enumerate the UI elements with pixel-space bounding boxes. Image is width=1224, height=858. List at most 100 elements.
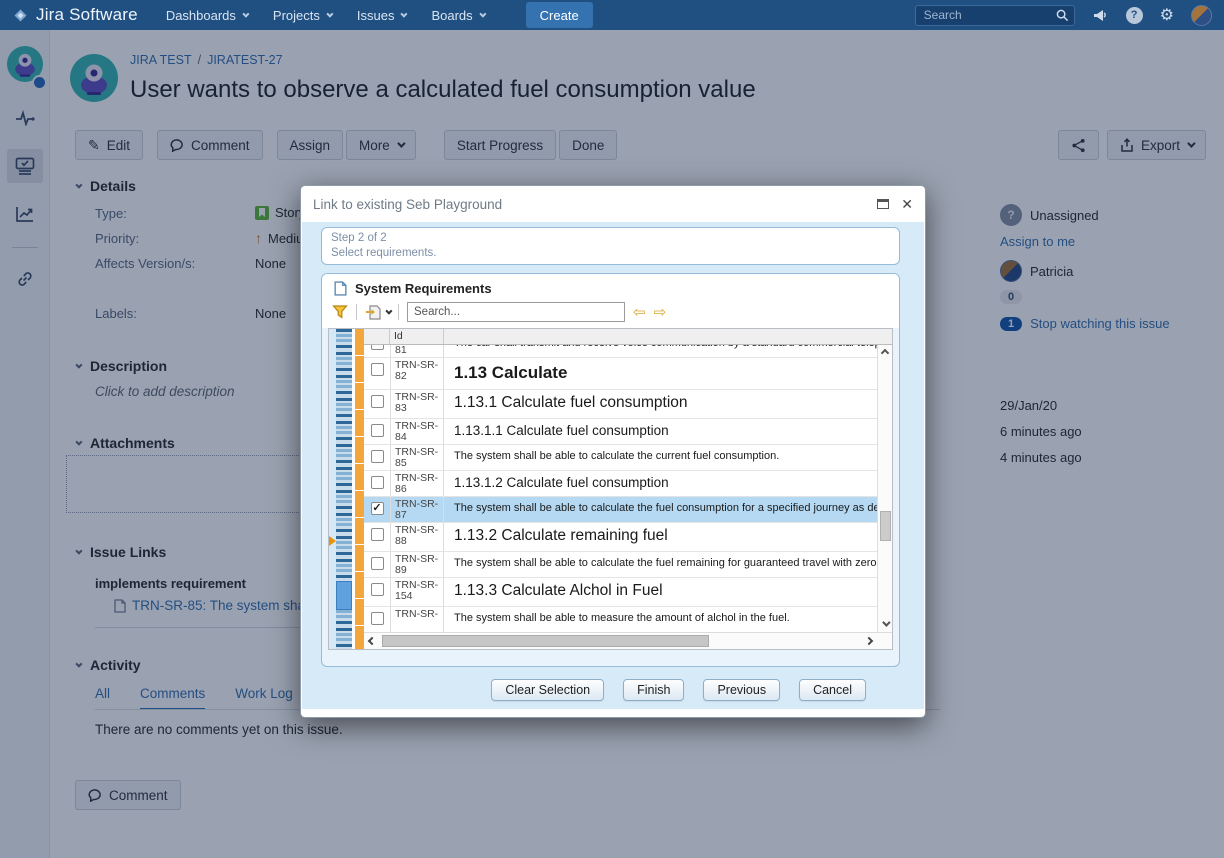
row-id: TRN-SR-87 xyxy=(390,497,444,522)
row-text: 1.13.1 Calculate fuel consumption xyxy=(444,390,877,418)
search-input[interactable] xyxy=(915,5,1075,26)
scroll-left-icon[interactable] xyxy=(368,637,376,645)
back-arrow-icon[interactable]: ⇦ xyxy=(633,305,646,320)
row-text: The system shall be able to calculate th… xyxy=(444,445,877,470)
requirements-search-input[interactable] xyxy=(407,302,625,322)
row-text: The system shall be able to measure the … xyxy=(444,607,877,632)
filter-icon[interactable] xyxy=(332,305,348,319)
row-id: TRN-SR-81 xyxy=(390,345,444,357)
announcement-icon[interactable] xyxy=(1092,8,1109,23)
table-row[interactable]: TRN-SR-831.13.1 Calculate fuel consumpti… xyxy=(364,390,877,419)
row-checkbox[interactable] xyxy=(371,345,384,350)
clear-selection-button[interactable]: Clear Selection xyxy=(491,679,604,701)
row-id: TRN-SR- xyxy=(390,607,444,632)
scroll-down-icon[interactable] xyxy=(882,618,890,626)
row-checkbox[interactable] xyxy=(371,476,384,489)
table-row[interactable]: TRN-SR-821.13 Calculate xyxy=(364,358,877,390)
close-icon[interactable]: ✕ xyxy=(901,197,913,211)
row-marker-icon xyxy=(329,536,336,546)
nav-dashboards[interactable]: Dashboards xyxy=(166,8,247,23)
panel-toolbar: ⇦ ⇨ xyxy=(322,298,899,328)
row-text: 1.13 Calculate xyxy=(444,358,877,389)
table-row[interactable]: TRN-SR-81The car shall transmit and rece… xyxy=(364,345,877,358)
horizontal-scrollbar[interactable] xyxy=(364,632,892,649)
dialog-title: Link to existing Seb Playground xyxy=(313,197,502,212)
row-checkbox[interactable] xyxy=(371,395,384,408)
table-left-gutter xyxy=(329,329,336,649)
row-text: 1.13.1.2 Calculate fuel consumption xyxy=(444,471,877,496)
table-row[interactable]: TRN-SR-85The system shall be able to cal… xyxy=(364,445,877,471)
scroll-right-icon[interactable] xyxy=(865,637,873,645)
table-row[interactable]: TRN-SR-1541.13.3 Calculate Alchol in Fue… xyxy=(364,578,877,607)
minimap-selection-marker xyxy=(336,581,352,610)
row-text: The system shall be able to calculate th… xyxy=(444,497,877,522)
requirements-panel: System Requirements ⇦ ⇨ xyxy=(321,273,900,667)
table-row[interactable]: TRN-SR-The system shall be able to measu… xyxy=(364,607,877,632)
row-id: TRN-SR-83 xyxy=(390,390,444,418)
import-document-icon xyxy=(365,305,381,320)
vertical-scroll-thumb[interactable] xyxy=(880,511,891,541)
step-title: Step 2 of 2 xyxy=(331,231,890,246)
chevron-down-icon xyxy=(242,10,249,17)
row-checkbox[interactable] xyxy=(371,424,384,437)
horizontal-scroll-thumb[interactable] xyxy=(382,635,709,647)
user-avatar[interactable] xyxy=(1191,5,1212,26)
scroll-up-icon[interactable] xyxy=(881,349,889,357)
document-icon xyxy=(334,281,347,296)
requirements-rows: TRN-SR-81The car shall transmit and rece… xyxy=(364,345,892,632)
table-row[interactable]: TRN-SR-881.13.2 Calculate remaining fuel xyxy=(364,523,877,552)
dialog-footer: Clear Selection Finish Previous Cancel xyxy=(321,667,900,701)
dialog-body: Step 2 of 2 Select requirements. System … xyxy=(302,222,924,709)
jira-logo-icon xyxy=(12,7,29,24)
row-text: The system shall be able to calculate th… xyxy=(444,552,877,577)
brand[interactable]: Jira Software xyxy=(12,5,138,25)
row-id: TRN-SR-82 xyxy=(390,358,444,389)
row-checkbox[interactable] xyxy=(371,557,384,570)
requirements-table: Id TRN-SR-81The car shall transmit and r… xyxy=(328,328,893,650)
row-id: TRN-SR-86 xyxy=(390,471,444,496)
brand-label: Jira Software xyxy=(36,5,138,25)
chevron-down-icon xyxy=(326,10,333,17)
finish-button[interactable]: Finish xyxy=(623,679,684,701)
chevron-down-icon xyxy=(401,10,408,17)
nav-issues[interactable]: Issues xyxy=(357,8,406,23)
table-row[interactable]: TRN-SR-89The system shall be able to cal… xyxy=(364,552,877,578)
nav-boards[interactable]: Boards xyxy=(431,8,483,23)
row-text: The car shall transmit and receive voice… xyxy=(444,345,877,357)
import-menu-button[interactable] xyxy=(365,305,390,320)
row-id: TRN-SR-154 xyxy=(390,578,444,606)
previous-button[interactable]: Previous xyxy=(703,679,780,701)
row-checkbox[interactable] xyxy=(371,612,384,625)
top-navbar: Jira Software Dashboards Projects Issues… xyxy=(0,0,1224,30)
wizard-step-box: Step 2 of 2 Select requirements. xyxy=(321,227,900,265)
chevron-down-icon xyxy=(479,10,486,17)
row-id: TRN-SR-88 xyxy=(390,523,444,551)
row-id: TRN-SR-85 xyxy=(390,445,444,470)
row-id: TRN-SR-89 xyxy=(390,552,444,577)
row-checkbox[interactable] xyxy=(371,363,384,376)
cancel-button[interactable]: Cancel xyxy=(799,679,866,701)
panel-header: System Requirements xyxy=(322,274,899,298)
table-row[interactable]: ✓ TRN-SR-87The system shall be able to ca… xyxy=(364,497,877,523)
create-button[interactable]: Create xyxy=(526,2,593,28)
gear-icon[interactable]: ⚙ xyxy=(1160,5,1174,25)
vertical-scrollbar[interactable] xyxy=(877,345,892,632)
row-text: 1.13.2 Calculate remaining fuel xyxy=(444,523,877,551)
row-checkbox[interactable] xyxy=(371,528,384,541)
orange-status-column xyxy=(355,329,364,649)
row-id: TRN-SR-84 xyxy=(390,419,444,444)
forward-arrow-icon[interactable]: ⇨ xyxy=(654,305,667,320)
help-icon[interactable]: ? xyxy=(1126,7,1143,24)
search-icon xyxy=(1056,9,1069,22)
table-row[interactable]: TRN-SR-841.13.1.1 Calculate fuel consump… xyxy=(364,419,877,445)
nav-projects[interactable]: Projects xyxy=(273,8,331,23)
toolbar-separator xyxy=(398,304,399,320)
id-column-header: Id xyxy=(390,329,444,344)
row-checkbox[interactable]: ✓ xyxy=(371,502,384,515)
dialog-titlebar[interactable]: Link to existing Seb Playground ✕ xyxy=(301,186,925,222)
maximize-icon[interactable] xyxy=(877,199,889,209)
step-subtitle: Select requirements. xyxy=(331,246,890,261)
row-checkbox[interactable] xyxy=(371,583,384,596)
table-row[interactable]: TRN-SR-861.13.1.2 Calculate fuel consump… xyxy=(364,471,877,497)
row-checkbox[interactable] xyxy=(371,450,384,463)
